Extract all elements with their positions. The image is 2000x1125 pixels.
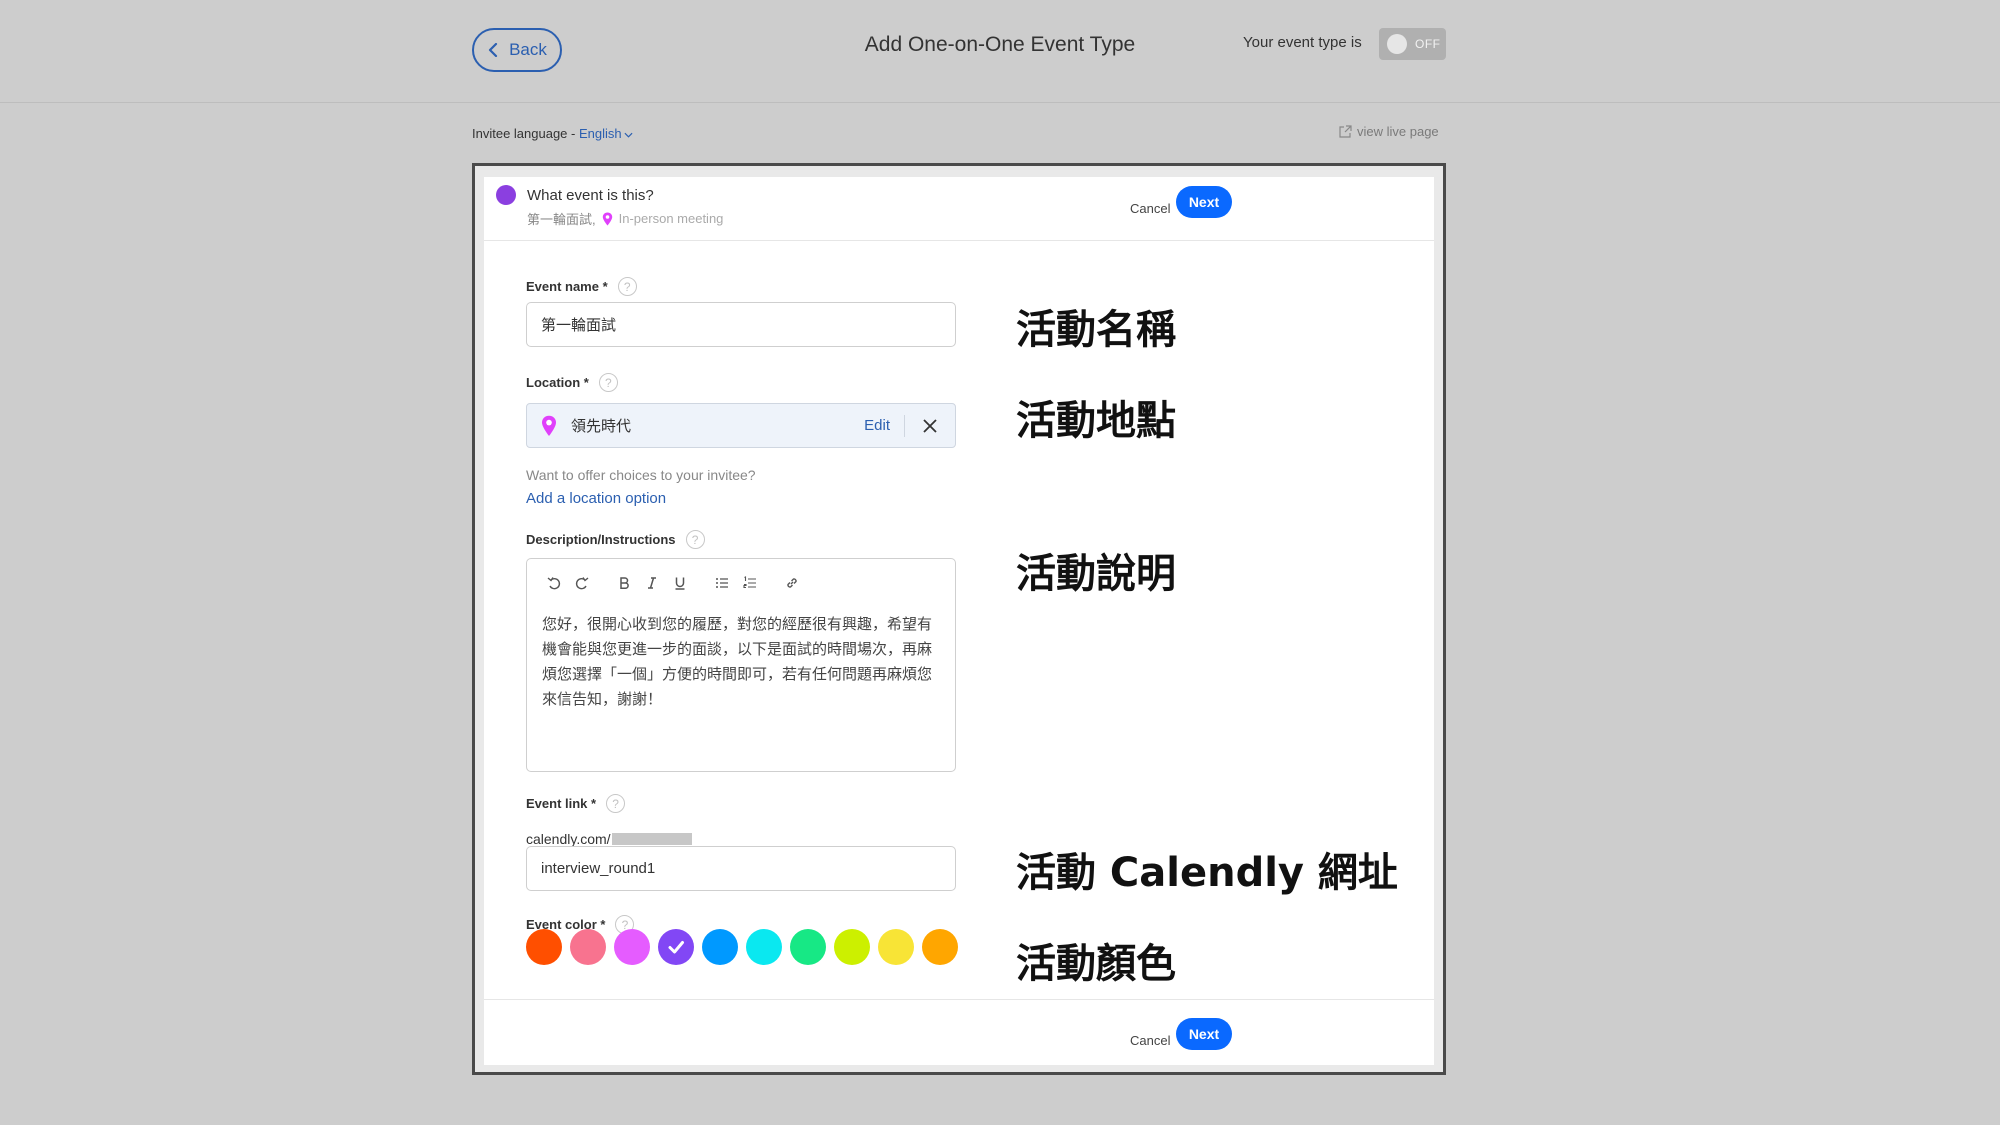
header-next-button[interactable]: Next xyxy=(1176,186,1232,218)
event-color-dot xyxy=(496,185,516,205)
footer-divider xyxy=(484,999,1434,1000)
annotation-link: 活動 Calendly 網址 xyxy=(1016,850,1398,896)
help-icon[interactable]: ? xyxy=(685,530,705,549)
color-swatch[interactable] xyxy=(746,929,782,965)
event-name-label-text: Event name * xyxy=(526,279,608,294)
redacted-username xyxy=(611,833,692,845)
color-swatch[interactable] xyxy=(570,929,606,965)
color-swatch[interactable] xyxy=(922,929,958,965)
language-select[interactable]: English xyxy=(579,126,622,141)
description-label-text: Description/Instructions xyxy=(526,532,676,547)
description-editor[interactable]: 您好，很開心收到您的履歷，對您的經歷很有興趣，希望有機會能與您更進一步的面談，以… xyxy=(526,558,956,772)
invitee-language-label: Invitee language - xyxy=(472,126,579,141)
header-question: What event is this? xyxy=(527,187,654,204)
event-name-label: Event name * ? xyxy=(526,277,637,296)
page-title: Add One-on-One Event Type xyxy=(864,33,1136,56)
description-label: Description/Instructions ? xyxy=(526,530,705,549)
color-swatch[interactable] xyxy=(878,929,914,965)
footer-cancel-button[interactable]: Cancel xyxy=(1130,1033,1170,1048)
header-meeting-type: In-person meeting xyxy=(618,211,724,226)
numbered-list-icon[interactable] xyxy=(736,573,764,593)
annotation-color: 活動顏色 xyxy=(1016,941,1176,987)
top-bar: Back Add One-on-One Event Type Your even… xyxy=(0,0,2000,103)
redo-icon[interactable] xyxy=(568,573,596,593)
toggle-state: OFF xyxy=(1415,37,1441,51)
location-edit-button[interactable]: Edit xyxy=(864,414,905,437)
header-summary: 第一輪面試, In-person meeting xyxy=(527,209,723,228)
color-swatch[interactable] xyxy=(702,929,738,965)
link-icon[interactable] xyxy=(778,573,806,593)
event-link-label: Event link * ? xyxy=(526,794,626,813)
help-icon[interactable]: ? xyxy=(617,277,637,296)
event-form-card: What event is this? 第一輪面試, In-person mee… xyxy=(484,177,1434,1065)
invitee-language: Invitee language - English xyxy=(472,126,633,141)
undo-icon[interactable] xyxy=(540,573,568,593)
color-picker xyxy=(526,929,958,965)
color-swatch[interactable] xyxy=(526,929,562,965)
header-event-name: 第一輪面試, xyxy=(527,212,596,227)
event-form-frame: What event is this? 第一輪面試, In-person mee… xyxy=(472,163,1446,1075)
footer-next-button[interactable]: Next xyxy=(1176,1018,1232,1050)
bold-icon[interactable] xyxy=(610,573,638,593)
annotation-location: 活動地點 xyxy=(1016,398,1176,444)
status-label: Your event type is xyxy=(1243,34,1362,51)
toggle-knob xyxy=(1387,34,1407,54)
event-link-label-text: Event link * xyxy=(526,796,597,811)
help-icon[interactable]: ? xyxy=(606,794,626,813)
location-label-text: Location * xyxy=(526,375,589,390)
event-link-prefix: calendly.com/ xyxy=(526,831,692,847)
event-name-input[interactable]: 第一輪面試 xyxy=(526,302,956,347)
editor-toolbar xyxy=(540,573,806,593)
add-location-option-link[interactable]: Add a location option xyxy=(526,490,666,507)
annotation-event-name: 活動名稱 xyxy=(1016,307,1176,353)
close-icon xyxy=(923,418,937,433)
view-live-label: view live page xyxy=(1357,124,1439,139)
view-live-link[interactable]: view live page xyxy=(1338,124,1439,139)
location-remove-button[interactable] xyxy=(905,418,955,433)
card-header: What event is this? 第一輪面試, In-person mee… xyxy=(484,177,1434,241)
location-pin-icon xyxy=(602,212,613,226)
annotation-description: 活動說明 xyxy=(1016,551,1176,597)
header-cancel-button[interactable]: Cancel xyxy=(1130,201,1170,216)
external-link-icon xyxy=(1339,124,1352,138)
color-swatch[interactable] xyxy=(658,929,694,965)
color-swatch[interactable] xyxy=(834,929,870,965)
location-label: Location * ? xyxy=(526,373,618,392)
event-link-input[interactable]: interview_round1 xyxy=(526,846,956,891)
chevron-down-icon xyxy=(624,132,633,138)
italic-icon[interactable] xyxy=(638,573,666,593)
status-toggle[interactable]: OFF xyxy=(1379,28,1446,60)
location-selected: 領先時代 Edit xyxy=(526,403,956,448)
location-pin-icon xyxy=(542,415,556,436)
color-swatch[interactable] xyxy=(790,929,826,965)
bulleted-list-icon[interactable] xyxy=(708,573,736,593)
location-hint: Want to offer choices to your invitee? xyxy=(526,467,756,483)
color-swatch[interactable] xyxy=(614,929,650,965)
event-link-domain: calendly.com/ xyxy=(526,831,611,847)
location-value: 領先時代 xyxy=(571,418,632,435)
help-icon[interactable]: ? xyxy=(598,373,618,392)
check-icon xyxy=(668,941,684,954)
description-text: 您好，很開心收到您的履歷，對您的經歷很有興趣，希望有機會能與您更進一步的面談，以… xyxy=(542,616,933,708)
underline-icon[interactable] xyxy=(666,573,694,593)
